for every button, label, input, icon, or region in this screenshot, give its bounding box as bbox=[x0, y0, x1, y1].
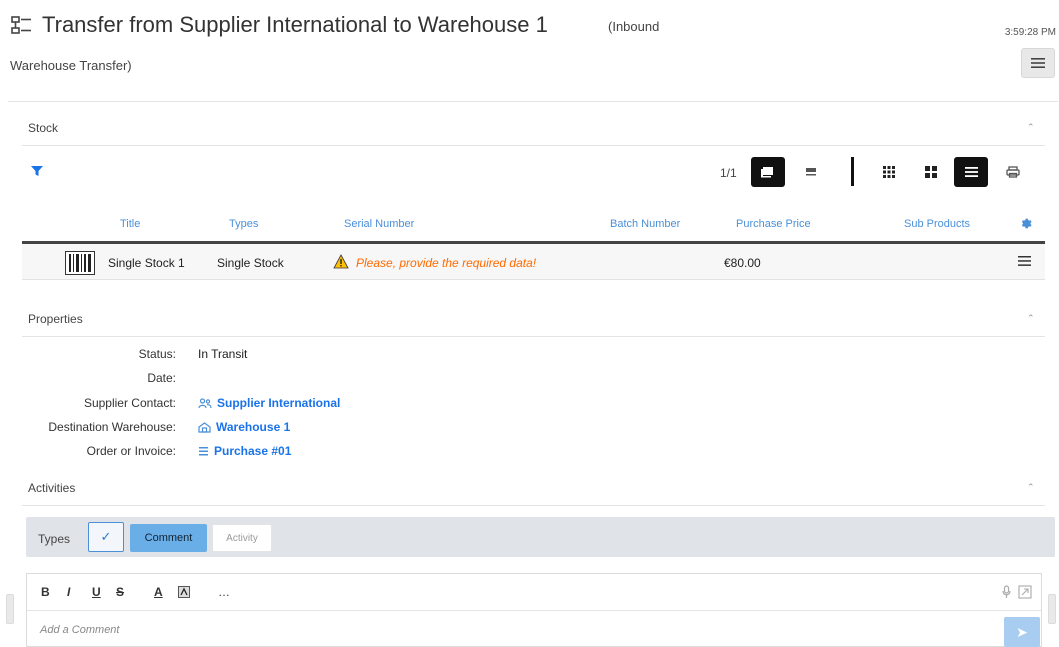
transfer-icon bbox=[10, 14, 34, 38]
strikethrough-button[interactable]: S bbox=[116, 585, 124, 599]
card-view-button[interactable] bbox=[751, 157, 785, 187]
destination-warehouse-link[interactable]: Warehouse 1 bbox=[198, 420, 290, 434]
small-grid-view-button[interactable] bbox=[872, 157, 906, 187]
warning-icon bbox=[333, 254, 349, 269]
text-color-button[interactable]: A bbox=[154, 585, 163, 599]
select-all-types-button[interactable]: ✓ bbox=[88, 522, 124, 552]
supplier-contact-link[interactable]: Supplier International bbox=[198, 396, 340, 410]
card-view-icon bbox=[761, 167, 773, 178]
clock-time: 3:59:28 PM bbox=[1004, 27, 1056, 38]
stock-section-title: Stock bbox=[28, 121, 59, 135]
page-subtitle: (Inbound bbox=[608, 19, 660, 34]
print-icon bbox=[1006, 166, 1020, 178]
large-grid-icon bbox=[925, 166, 937, 178]
bold-button[interactable]: B bbox=[41, 585, 50, 599]
underline-button[interactable]: U bbox=[92, 585, 101, 599]
more-tools-button[interactable]: … bbox=[218, 585, 230, 599]
highlight-icon[interactable] bbox=[178, 586, 190, 598]
send-icon: ➤ bbox=[1016, 623, 1028, 640]
activity-filter-button[interactable]: Activity bbox=[212, 524, 272, 552]
main-menu-button[interactable] bbox=[1021, 48, 1055, 78]
column-header-title[interactable]: Title bbox=[120, 218, 140, 230]
date-label: Date: bbox=[147, 371, 176, 385]
destination-warehouse-label: Destination Warehouse: bbox=[48, 420, 176, 434]
column-header-purchase-price[interactable]: Purchase Price bbox=[736, 218, 811, 230]
properties-section-title: Properties bbox=[28, 312, 83, 326]
order-invoice-label: Order or Invoice: bbox=[86, 444, 176, 458]
pager-label: 1/1 bbox=[720, 166, 737, 180]
send-comment-button[interactable]: ➤ bbox=[1004, 617, 1040, 647]
barcode-icon bbox=[65, 251, 95, 275]
detail-view-icon bbox=[806, 168, 816, 176]
order-invoice-link[interactable]: Purchase #01 bbox=[198, 444, 291, 458]
page-subtitle-continued: Warehouse Transfer) bbox=[10, 58, 132, 73]
check-icon: ✓ bbox=[100, 529, 112, 544]
hamburger-icon bbox=[1018, 256, 1031, 266]
document-icon bbox=[199, 446, 208, 455]
large-grid-view-button[interactable] bbox=[914, 157, 948, 187]
comment-input[interactable]: Add a Comment bbox=[40, 624, 119, 636]
header-divider bbox=[8, 101, 1058, 102]
properties-divider bbox=[22, 336, 1045, 337]
toolbar-separator bbox=[851, 157, 854, 186]
italic-button[interactable]: I bbox=[67, 585, 70, 599]
activities-collapse-icon[interactable]: ⌃ bbox=[1027, 482, 1035, 493]
status-label: Status: bbox=[138, 347, 176, 361]
contact-icon bbox=[198, 397, 212, 408]
column-header-batch-number[interactable]: Batch Number bbox=[610, 218, 680, 230]
filter-icon[interactable] bbox=[30, 165, 44, 177]
serial-number-warning: Please, provide the required data! bbox=[356, 256, 537, 270]
right-panel-handle[interactable] bbox=[1048, 594, 1056, 624]
stock-collapse-icon[interactable]: ⌃ bbox=[1027, 122, 1035, 133]
warehouse-icon bbox=[198, 421, 211, 433]
detail-view-button[interactable] bbox=[794, 157, 828, 187]
properties-collapse-icon[interactable]: ⌃ bbox=[1027, 313, 1035, 324]
print-button[interactable] bbox=[996, 157, 1030, 187]
list-view-button[interactable] bbox=[954, 157, 988, 187]
stock-divider bbox=[22, 145, 1045, 146]
left-panel-handle[interactable] bbox=[6, 594, 14, 624]
small-grid-icon bbox=[883, 166, 895, 178]
activities-section-title: Activities bbox=[28, 481, 76, 495]
page-title: Transfer from Supplier International to … bbox=[42, 12, 548, 37]
gear-icon[interactable] bbox=[1020, 217, 1033, 230]
column-header-serial-number[interactable]: Serial Number bbox=[344, 218, 414, 230]
cell-type: Single Stock bbox=[217, 256, 284, 270]
activities-divider bbox=[22, 505, 1045, 506]
cell-purchase-price: €80.00 bbox=[724, 256, 761, 270]
cell-title: Single Stock 1 bbox=[108, 256, 185, 270]
row-menu-button[interactable] bbox=[1018, 255, 1031, 267]
expand-editor-icon[interactable] bbox=[1018, 585, 1032, 599]
status-value: In Transit bbox=[198, 347, 248, 361]
column-header-sub-products[interactable]: Sub Products bbox=[904, 218, 970, 230]
types-label: Types bbox=[38, 532, 71, 546]
list-view-icon bbox=[964, 167, 978, 177]
microphone-icon[interactable] bbox=[1002, 585, 1011, 599]
supplier-contact-label: Supplier Contact: bbox=[83, 396, 176, 410]
hamburger-icon bbox=[1031, 58, 1045, 68]
comment-filter-button[interactable]: Comment bbox=[130, 524, 207, 552]
column-header-types[interactable]: Types bbox=[229, 218, 258, 230]
editor-divider bbox=[27, 610, 1041, 611]
